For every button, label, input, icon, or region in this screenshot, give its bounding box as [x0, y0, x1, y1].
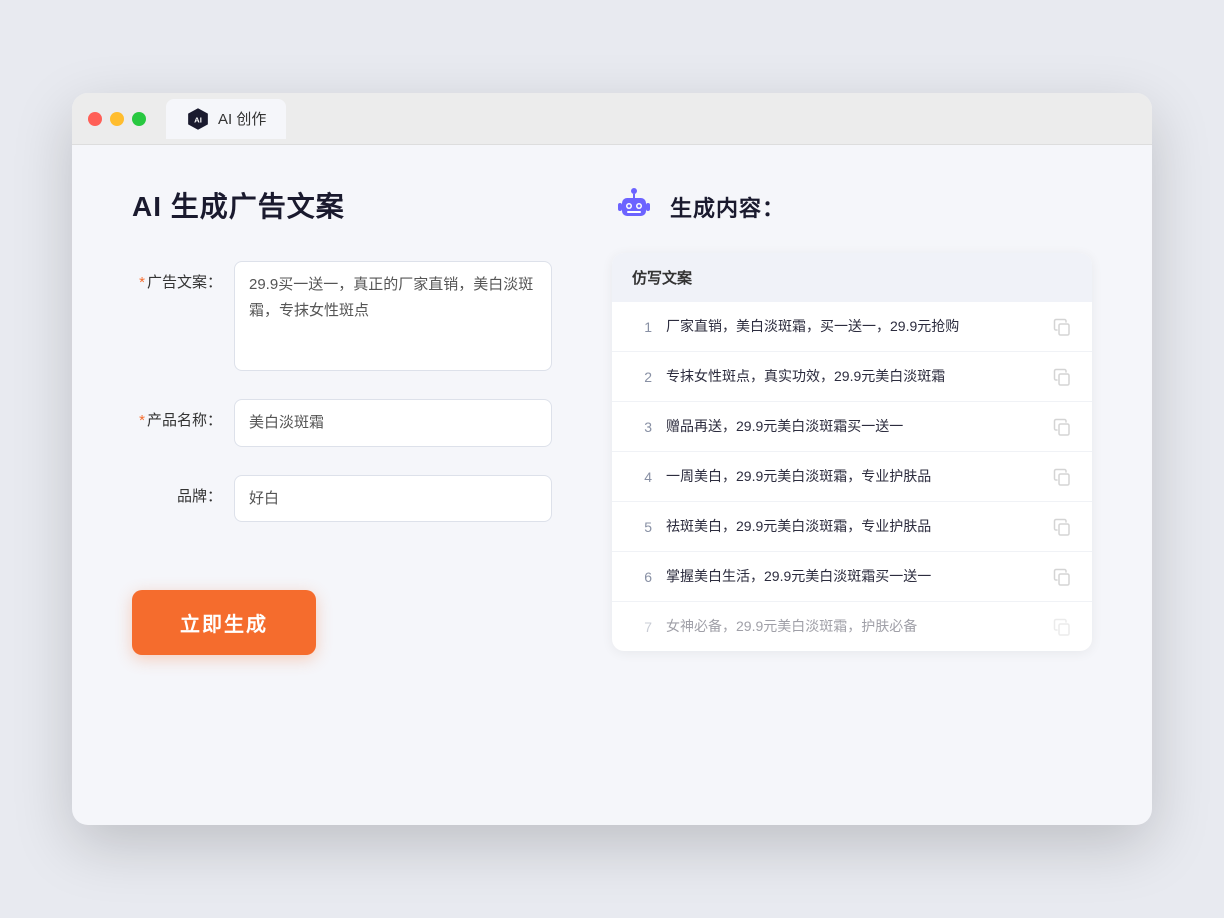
result-row: 2 专抹女性斑点，真实功效，29.9元美白淡斑霜 [612, 352, 1092, 402]
result-text: 一周美白，29.9元美白淡斑霜，专业护肤品 [666, 466, 1038, 487]
product-name-input[interactable] [234, 399, 552, 447]
browser-titlebar: AI AI 创作 [72, 93, 1152, 145]
result-table-header: 仿写文案 [612, 253, 1092, 302]
ad-copy-group: *广告文案： [132, 261, 552, 371]
ad-copy-label: *广告文案： [132, 261, 222, 292]
minimize-button[interactable] [110, 112, 124, 126]
brand-group: 品牌： [132, 475, 552, 523]
brand-label: 品牌： [132, 475, 222, 506]
ai-tab-icon: AI [186, 107, 210, 131]
result-number: 5 [632, 519, 652, 535]
right-header: 生成内容： [612, 185, 1092, 229]
result-row: 7 女神必备，29.9元美白淡斑霜，护肤必备 [612, 602, 1092, 651]
generate-button[interactable]: 立即生成 [132, 590, 316, 655]
svg-text:AI: AI [194, 115, 202, 124]
result-text: 女神必备，29.9元美白淡斑霜，护肤必备 [666, 616, 1038, 637]
result-row: 4 一周美白，29.9元美白淡斑霜，专业护肤品 [612, 452, 1092, 502]
product-name-group: *产品名称： [132, 399, 552, 447]
left-panel: AI 生成广告文案 *广告文案： *产品名称： 品牌： 立即生成 [132, 185, 552, 785]
result-text: 祛斑美白，29.9元美白淡斑霜，专业护肤品 [666, 516, 1038, 537]
result-table: 仿写文案 1 厂家直销，美白淡斑霜，买一送一，29.9元抢购 2 专抹女性斑点，… [612, 253, 1092, 651]
product-name-required: * [139, 412, 145, 429]
close-button[interactable] [88, 112, 102, 126]
browser-content: AI 生成广告文案 *广告文案： *产品名称： 品牌： 立即生成 [72, 145, 1152, 825]
result-number: 4 [632, 469, 652, 485]
right-panel: 生成内容： 仿写文案 1 厂家直销，美白淡斑霜，买一送一，29.9元抢购 2 专… [612, 185, 1092, 785]
result-number: 2 [632, 369, 652, 385]
result-text: 赠品再送，29.9元美白淡斑霜买一送一 [666, 416, 1038, 437]
page-title: AI 生成广告文案 [132, 185, 552, 225]
copy-icon[interactable] [1052, 467, 1072, 487]
browser-tab[interactable]: AI AI 创作 [166, 99, 286, 139]
result-text: 厂家直销，美白淡斑霜，买一送一，29.9元抢购 [666, 316, 1038, 337]
tab-label: AI 创作 [218, 108, 266, 129]
copy-icon[interactable] [1052, 317, 1072, 337]
copy-icon[interactable] [1052, 517, 1072, 537]
product-name-label: *产品名称： [132, 399, 222, 430]
copy-icon[interactable] [1052, 567, 1072, 587]
ad-copy-required: * [139, 274, 145, 291]
copy-icon[interactable] [1052, 617, 1072, 637]
maximize-button[interactable] [132, 112, 146, 126]
result-row: 1 厂家直销，美白淡斑霜，买一送一，29.9元抢购 [612, 302, 1092, 352]
browser-window: AI AI 创作 AI 生成广告文案 *广告文案： *产品名称： [72, 93, 1152, 825]
result-row: 5 祛斑美白，29.9元美白淡斑霜，专业护肤品 [612, 502, 1092, 552]
brand-input[interactable] [234, 475, 552, 523]
result-row: 3 赠品再送，29.9元美白淡斑霜买一送一 [612, 402, 1092, 452]
result-text: 掌握美白生活，29.9元美白淡斑霜买一送一 [666, 566, 1038, 587]
result-number: 7 [632, 619, 652, 635]
result-text: 专抹女性斑点，真实功效，29.9元美白淡斑霜 [666, 366, 1038, 387]
right-title: 生成内容： [670, 191, 785, 223]
copy-icon[interactable] [1052, 417, 1072, 437]
result-number: 1 [632, 319, 652, 335]
result-number: 6 [632, 569, 652, 585]
robot-icon [612, 185, 656, 229]
result-number: 3 [632, 419, 652, 435]
ad-copy-input[interactable] [234, 261, 552, 371]
copy-icon[interactable] [1052, 367, 1072, 387]
traffic-lights [88, 112, 146, 126]
result-row: 6 掌握美白生活，29.9元美白淡斑霜买一送一 [612, 552, 1092, 602]
